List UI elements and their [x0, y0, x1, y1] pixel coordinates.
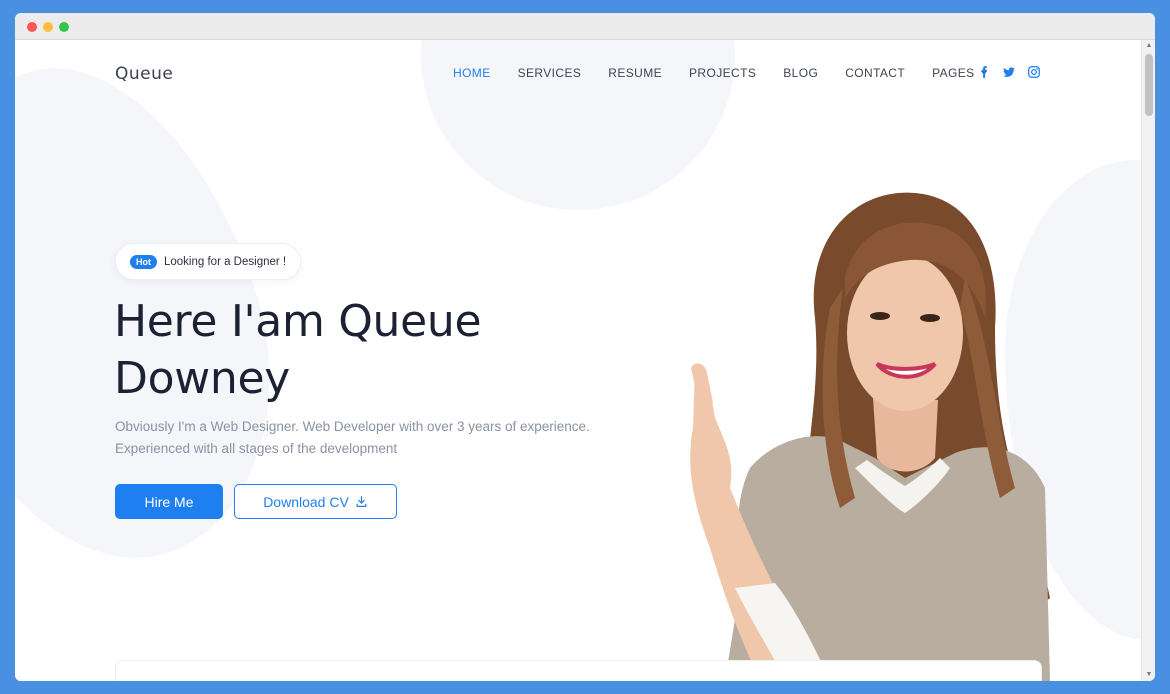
download-cv-button[interactable]: Download CV: [234, 484, 397, 519]
close-window-button[interactable]: [27, 22, 37, 32]
window-titlebar: [15, 13, 1155, 40]
scroll-down-arrow-icon[interactable]: ▼: [1142, 669, 1155, 681]
hero-portrait-image: [690, 192, 1050, 681]
nav-item-contact[interactable]: CONTACT: [845, 66, 905, 80]
subtitle-line: Obviously I'm a Web Designer. Web Develo…: [115, 419, 590, 434]
vertical-scrollbar[interactable]: ▲ ▼: [1141, 40, 1155, 681]
page-viewport: Queue HOME SERVICES RESUME PROJECTS BLOG…: [15, 40, 1141, 681]
download-icon: [356, 496, 367, 507]
subtitle-line: Experienced with all stages of the devel…: [115, 441, 398, 456]
main-nav: HOME SERVICES RESUME PROJECTS BLOG CONTA…: [453, 66, 1014, 80]
nav-item-label: PROJECTS: [689, 66, 757, 80]
nav-item-label: BLOG: [783, 66, 819, 80]
headline-line: Downey: [114, 353, 290, 404]
nav-item-services[interactable]: SERVICES: [518, 66, 582, 80]
maximize-window-button[interactable]: [59, 22, 69, 32]
site-logo[interactable]: Queue: [115, 64, 173, 84]
social-links: [977, 65, 1052, 79]
nav-item-resume[interactable]: RESUME: [608, 66, 662, 80]
nav-item-blog[interactable]: BLOG: [783, 66, 818, 80]
announcement-badge[interactable]: Hot Looking for a Designer !: [115, 243, 302, 280]
badge-text: Looking for a Designer !: [164, 255, 287, 268]
hire-me-label: Hire Me: [144, 493, 194, 510]
headline-line: Here I'am Queue: [114, 296, 482, 347]
browser-window: Queue HOME SERVICES RESUME PROJECTS BLOG…: [15, 13, 1155, 681]
nav-item-projects[interactable]: PROJECTS: [689, 66, 756, 80]
nav-item-label: SERVICES: [517, 66, 582, 80]
nav-item-home[interactable]: HOME: [453, 66, 491, 80]
nav-item-label: HOME: [453, 66, 491, 80]
nav-item-label: CONTACT: [845, 66, 906, 80]
scroll-up-arrow-icon[interactable]: ▲: [1142, 40, 1155, 52]
download-cv-label: Download CV: [263, 493, 349, 510]
hero-subtitle: Obviously I'm a Web Designer. Web Develo…: [115, 416, 615, 460]
content-card: [115, 660, 1042, 681]
facebook-icon[interactable]: [977, 65, 991, 79]
minimize-window-button[interactable]: [43, 22, 53, 32]
twitter-icon[interactable]: [1002, 65, 1016, 79]
hire-me-button[interactable]: Hire Me: [115, 484, 223, 519]
nav-item-label: PAGES: [932, 66, 975, 80]
hero-headline: Here I'am Queue Downey: [114, 293, 594, 407]
nav-item-label: RESUME: [608, 66, 663, 80]
scrollbar-thumb[interactable]: [1145, 54, 1153, 116]
instagram-icon[interactable]: [1027, 65, 1041, 79]
hot-tag: Hot: [130, 254, 157, 269]
